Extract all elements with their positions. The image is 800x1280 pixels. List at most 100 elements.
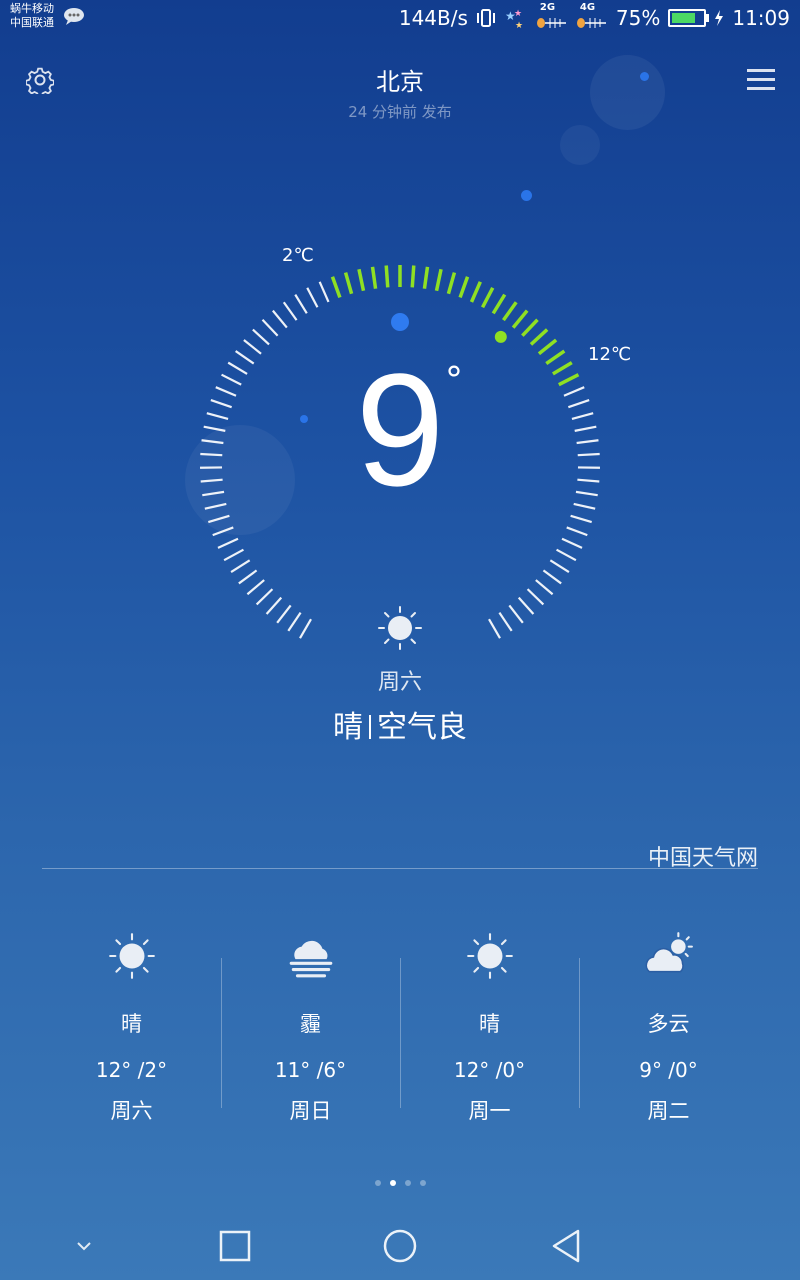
forecast-day[interactable]: 霾 11° /6° 周日: [221, 925, 400, 1125]
forecast-condition: 晴: [121, 1012, 142, 1036]
net-speed: 144B/s: [398, 6, 468, 30]
sun-icon: [108, 933, 155, 979]
hamburger-menu-icon[interactable]: [746, 67, 776, 93]
dial-tick: [306, 287, 319, 308]
dial-tick-range: [458, 276, 470, 299]
chat-bubble-icon: [64, 8, 84, 25]
status-bar: 蜗牛移动 中国联通 144B/s ★ ★ ★ 2G 4G 75% 11:09: [0, 0, 800, 36]
dial-tick: [255, 588, 274, 606]
dial-tick: [535, 579, 554, 596]
dial-tick: [498, 612, 513, 632]
partly-cloudy-icon: [645, 932, 693, 973]
carrier-2: 中国联通: [10, 16, 54, 29]
battery-fill: [672, 13, 695, 23]
dial-tick: [508, 604, 524, 624]
signal-4g-label: 4G: [579, 2, 596, 13]
dial-tick: [223, 548, 244, 562]
dial-tick: [212, 526, 234, 537]
dial-tick: [252, 328, 270, 346]
low-temp-label: 2℃: [282, 245, 314, 266]
forecast-weekday: 周二: [647, 1099, 690, 1123]
dial-tick-range: [491, 293, 507, 315]
dial-tick-range: [343, 272, 354, 295]
bokeh-light: [521, 190, 532, 201]
fishbone-signal-icon: [536, 18, 566, 28]
charging-bolt-icon: [715, 10, 724, 26]
dial-tick: [556, 548, 577, 562]
page-dot[interactable]: [389, 1180, 396, 1186]
forecast-temps: 12° /0°: [453, 1058, 526, 1082]
current-day: 周六: [377, 670, 422, 695]
dial-tick-range: [529, 328, 549, 346]
svg-text:★: ★: [514, 9, 522, 19]
dial-tick: [203, 425, 226, 432]
dial-tick: [200, 452, 223, 457]
dial-tick: [574, 425, 597, 432]
sun-icon: [466, 933, 513, 979]
vibrate-icon: [476, 9, 495, 27]
navigation-bar: [0, 1210, 800, 1280]
circle-icon[interactable]: [382, 1228, 418, 1264]
carrier-1: 蜗牛移动: [10, 2, 54, 15]
dial-tick: [571, 412, 594, 420]
triangle-back-icon[interactable]: [548, 1228, 584, 1264]
divider: [42, 868, 758, 869]
dial-tick: [561, 537, 583, 549]
dial-tick: [227, 361, 248, 375]
dial-tick-range: [511, 309, 529, 329]
forecast-temps: 9° /0°: [639, 1058, 698, 1082]
dial-tick: [282, 301, 298, 321]
dial-tick-range: [552, 361, 573, 376]
dial-tick-range: [537, 338, 558, 356]
dial-tick: [235, 350, 255, 365]
dial-tick: [563, 386, 585, 397]
forecast-weekday: 周六: [110, 1099, 153, 1123]
clock: 11:09: [732, 6, 790, 30]
page-dot[interactable]: [419, 1180, 426, 1186]
dial-tick-range: [558, 373, 580, 387]
dial-tick-range: [521, 318, 539, 337]
dial-tick: [577, 452, 600, 457]
dial-tick: [200, 478, 223, 483]
dial-tick: [238, 569, 258, 585]
forecast-day[interactable]: 晴 12° /0° 周一: [400, 925, 579, 1125]
dial-tick: [221, 373, 242, 386]
dial-tick: [570, 514, 592, 524]
dial-tick: [265, 596, 283, 615]
city-name[interactable]: 北京: [0, 62, 800, 97]
forecast-condition: 霾: [300, 1012, 321, 1036]
dial-tick-range: [370, 266, 378, 289]
dial-tick-range: [330, 276, 342, 299]
dial-tick: [204, 502, 227, 510]
dial-tick-range: [446, 272, 457, 295]
dial-tick: [488, 618, 501, 639]
signal-2g: 2G: [536, 2, 568, 32]
dial-tick: [243, 339, 262, 355]
current-condition: 晴: [333, 710, 363, 745]
forecast-weekday: 周一: [468, 1099, 511, 1123]
dial-tick-range: [502, 301, 518, 322]
forecast-day[interactable]: 晴 12° /2° 周六: [42, 925, 221, 1125]
forecast-condition: 晴: [479, 1012, 500, 1036]
signal-2g-label: 2G: [539, 2, 556, 13]
forecast-day[interactable]: 多云 9° /0° 周二: [579, 925, 758, 1125]
bokeh-light: [560, 125, 600, 165]
condition-row: 晴空气良: [0, 702, 800, 746]
carrier-info: 蜗牛移动 中国联通: [10, 2, 54, 30]
dial-tick: [573, 502, 596, 510]
dial-tick-range: [410, 265, 416, 288]
dial-tick-range: [384, 265, 390, 288]
page-dot[interactable]: [374, 1180, 381, 1186]
dial-tick-range: [357, 268, 366, 292]
svg-text:★: ★: [515, 21, 523, 30]
stars-icon: ★ ★ ★: [505, 9, 523, 30]
page-dot[interactable]: [404, 1180, 411, 1186]
square-icon[interactable]: [217, 1228, 253, 1264]
chevron-down-icon[interactable]: [66, 1228, 102, 1264]
dial-tick: [210, 399, 233, 409]
dial-tick: [517, 596, 535, 615]
page-indicator[interactable]: [0, 1180, 800, 1186]
dial-tick: [215, 386, 237, 397]
dial-tick: [575, 490, 598, 497]
dial-tick: [230, 559, 251, 574]
